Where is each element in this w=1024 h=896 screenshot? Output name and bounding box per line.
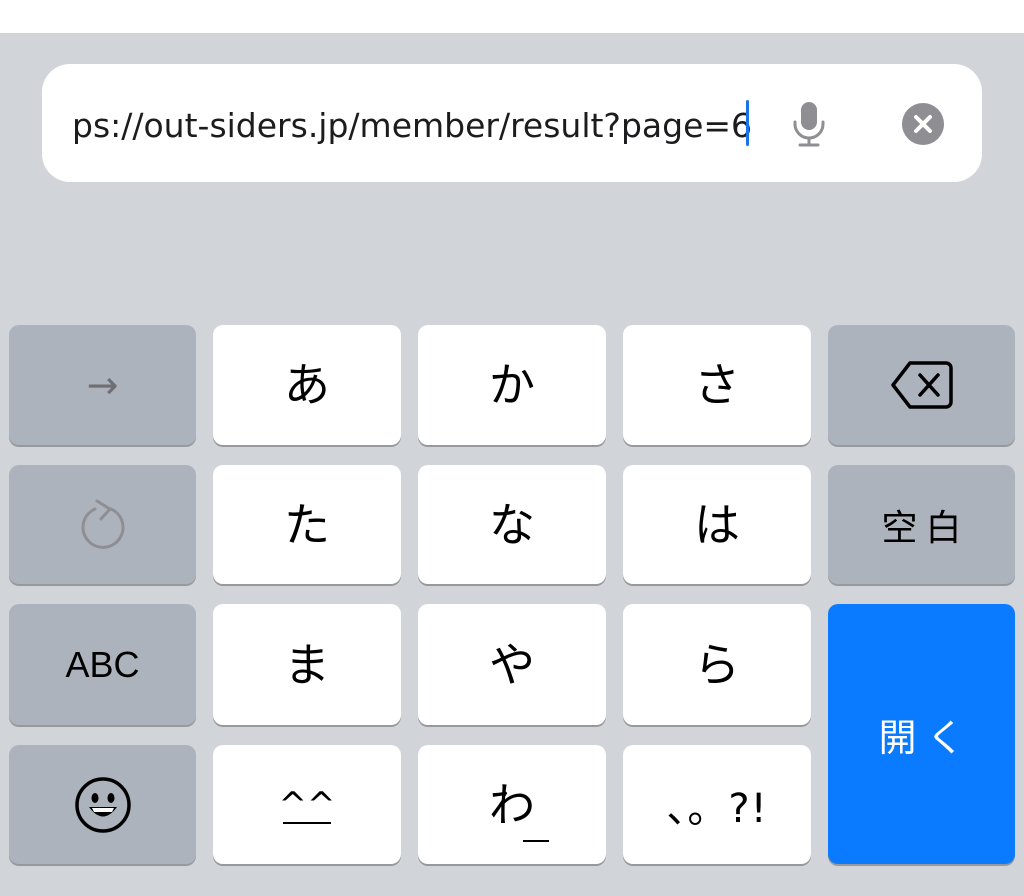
undo-key[interactable]	[9, 465, 196, 584]
face-mark-label: ^^	[278, 784, 336, 825]
kana-key-ya[interactable]: や	[418, 604, 606, 725]
abc-label: ABC	[65, 643, 140, 685]
key-label: か	[489, 358, 535, 412]
kana-key-na[interactable]: な	[418, 465, 606, 584]
abc-key[interactable]: ABC	[9, 604, 196, 725]
backspace-icon	[890, 361, 953, 409]
clear-text-icon[interactable]	[901, 102, 945, 146]
key-label: わ	[489, 777, 535, 832]
emoji-key[interactable]	[9, 745, 196, 864]
undo-icon	[81, 499, 124, 549]
kana-key-ra[interactable]: ら	[623, 604, 811, 725]
address-bar[interactable]: ps://out-siders.jp/member/result?page=6	[42, 64, 982, 182]
key-label: ら	[694, 637, 740, 692]
top-strip	[0, 0, 1024, 33]
kana-key-sa[interactable]: さ	[623, 325, 811, 445]
space-key[interactable]: 空白	[828, 465, 1015, 584]
key-label: は	[694, 497, 740, 552]
next-candidate-key[interactable]: →	[9, 325, 196, 445]
wa-label-wrap: わ	[489, 782, 549, 842]
wa-underline	[523, 839, 549, 842]
face-mark-text: ^^	[278, 784, 336, 825]
kana-key-ma[interactable]: ま	[213, 604, 401, 725]
delete-key[interactable]	[828, 325, 1015, 445]
key-label: 、。?!	[666, 785, 768, 832]
text-caret	[746, 100, 749, 146]
go-key[interactable]: 開く	[828, 604, 1015, 864]
go-label: 開く	[878, 715, 975, 760]
face-mark-underline	[282, 821, 332, 824]
microphone-icon[interactable]	[786, 100, 832, 148]
key-label: な	[489, 497, 535, 552]
space-label: 空白	[881, 507, 970, 549]
arrow-right-icon: →	[86, 363, 119, 407]
kana-key-ka[interactable]: か	[418, 325, 606, 445]
url-text: ps://out-siders.jp/member/result?page=6	[72, 106, 753, 145]
key-label: や	[489, 637, 535, 692]
key-label: あ	[284, 358, 330, 412]
screen: ps://out-siders.jp/member/result?page=6 …	[0, 0, 1024, 896]
face-mark-key[interactable]: ^^	[213, 745, 401, 864]
key-label: ま	[284, 637, 330, 692]
punctuation-key[interactable]: 、。?!	[623, 745, 811, 864]
kana-key-ha[interactable]: は	[623, 465, 811, 584]
kana-key-a[interactable]: あ	[213, 325, 401, 445]
key-label: さ	[694, 358, 740, 412]
kana-key-wa[interactable]: わ	[418, 745, 606, 864]
kana-key-ta[interactable]: た	[213, 465, 401, 584]
key-label: た	[284, 497, 330, 552]
url-input[interactable]: ps://out-siders.jp/member/result?page=6	[72, 102, 762, 150]
emoji-icon	[74, 776, 131, 833]
